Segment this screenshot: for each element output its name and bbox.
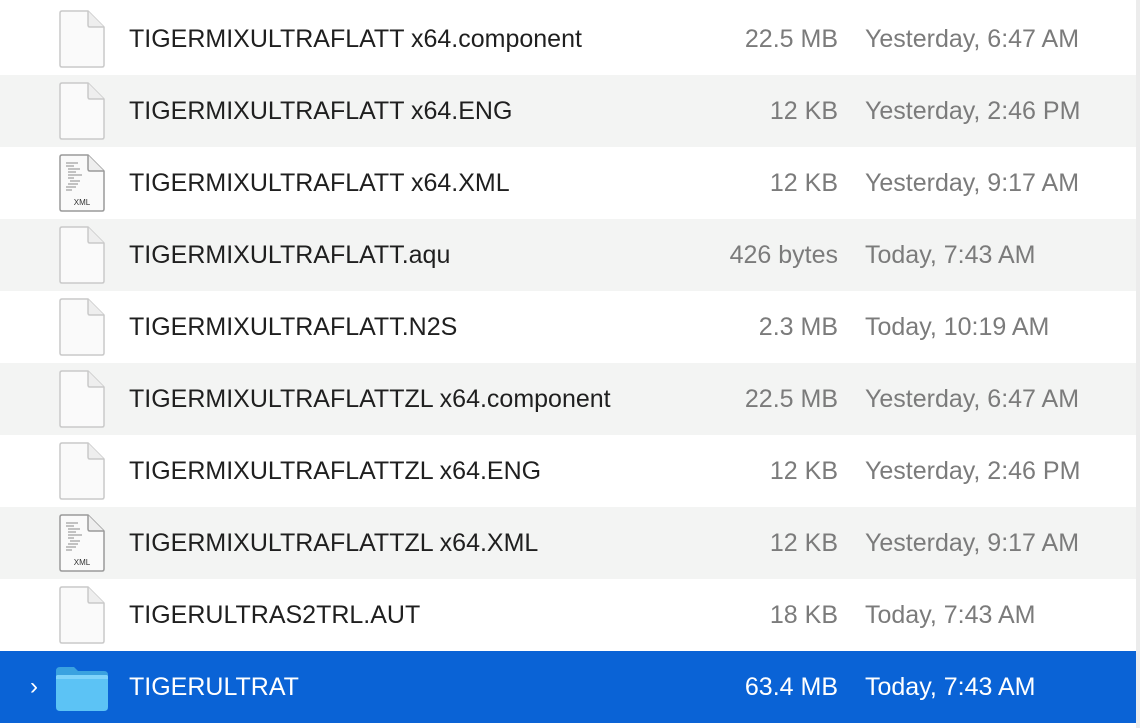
file-name: TIGERMIXULTRAFLATT.aqu xyxy=(129,241,451,269)
file-date: Today, 7:43 AM xyxy=(865,673,1036,701)
file-row-tigerultras2trl-aut[interactable]: TIGERULTRAS2TRL.AUT 18 KB Today, 7:43 AM xyxy=(0,579,1136,651)
document-icon xyxy=(54,585,110,645)
file-size: 426 bytes xyxy=(729,241,838,269)
file-size: 63.4 MB xyxy=(744,673,838,701)
file-size: 18 KB xyxy=(769,601,838,629)
file-row-tigermixultraflatt-n2s[interactable]: TIGERMIXULTRAFLATT.N2S 2.3 MB Today, 10:… xyxy=(0,291,1136,363)
file-name: TIGERMIXULTRAFLATT.N2S xyxy=(129,313,458,341)
file-date: Yesterday, 9:17 AM xyxy=(865,529,1080,557)
xml-label: XML xyxy=(74,558,91,567)
document-icon xyxy=(54,81,110,141)
document-icon xyxy=(54,9,110,69)
file-size: 22.5 MB xyxy=(744,385,838,413)
file-size: 12 KB xyxy=(769,529,838,557)
file-date: Yesterday, 2:46 PM xyxy=(865,97,1081,125)
file-name: TIGERMIXULTRAFLATTZL x64.component xyxy=(129,385,611,413)
file-date: Today, 7:43 AM xyxy=(865,601,1036,629)
scrollbar-track[interactable] xyxy=(1136,0,1140,728)
document-icon xyxy=(54,441,110,501)
file-list: TIGERMIXULTRAFLATT x64.component 22.5 MB… xyxy=(0,3,1136,728)
file-date: Yesterday, 6:47 AM xyxy=(865,25,1080,53)
document-icon xyxy=(54,297,110,357)
folder-icon xyxy=(54,657,110,717)
file-size: 12 KB xyxy=(769,169,838,197)
file-date: Yesterday, 9:17 AM xyxy=(865,169,1080,197)
file-name: TIGERMIXULTRAFLATTZL x64.ENG xyxy=(129,457,542,485)
file-date: Yesterday, 2:46 PM xyxy=(865,457,1081,485)
file-date: Today, 10:19 AM xyxy=(865,313,1050,341)
disclosure-chevron-icon[interactable]: › xyxy=(24,673,44,701)
document-icon xyxy=(54,369,110,429)
file-row-tigermixultraflattzl-x64-xml[interactable]: XML TIGERMIXULTRAFLATTZL x64.XML 12 KB Y… xyxy=(0,507,1136,579)
xml-label: XML xyxy=(74,198,91,207)
file-row-tigermixultraflatt-x64-eng[interactable]: TIGERMIXULTRAFLATT x64.ENG 12 KB Yesterd… xyxy=(0,75,1136,147)
file-name: TIGERULTRAT xyxy=(129,673,299,701)
file-size: 12 KB xyxy=(769,97,838,125)
file-row-tigermixultraflatt-x64-component[interactable]: TIGERMIXULTRAFLATT x64.component 22.5 MB… xyxy=(0,3,1136,75)
file-row-tigermixultraflatt-x64-xml[interactable]: XML TIGERMIXULTRAFLATT x64.XML 12 KB Yes… xyxy=(0,147,1136,219)
file-date: Today, 7:43 AM xyxy=(865,241,1036,269)
file-name: TIGERMIXULTRAFLATT x64.ENG xyxy=(129,97,513,125)
file-row-tigermixultraflatt-aqu[interactable]: TIGERMIXULTRAFLATT.aqu 426 bytes Today, … xyxy=(0,219,1136,291)
file-size: 2.3 MB xyxy=(758,313,838,341)
file-row-tigermixultraflattzl-x64-eng[interactable]: TIGERMIXULTRAFLATTZL x64.ENG 12 KB Yeste… xyxy=(0,435,1136,507)
file-date: Yesterday, 6:47 AM xyxy=(865,385,1080,413)
file-name: TIGERMIXULTRAFLATT x64.component xyxy=(129,25,582,53)
document-icon xyxy=(54,225,110,285)
file-size: 22.5 MB xyxy=(744,25,838,53)
file-name: TIGERMIXULTRAFLATT x64.XML xyxy=(129,169,510,197)
file-size: 12 KB xyxy=(769,457,838,485)
folder-row-tigerultrat[interactable]: › TIGERULTRAT 63.4 MB Today, 7:43 AM xyxy=(0,651,1136,723)
xml-file-icon: XML xyxy=(54,153,110,213)
xml-file-icon: XML xyxy=(54,513,110,573)
file-name: TIGERULTRAS2TRL.AUT xyxy=(129,601,421,629)
file-row-tigermixultraflattzl-x64-component[interactable]: TIGERMIXULTRAFLATTZL x64.component 22.5 … xyxy=(0,363,1136,435)
file-name: TIGERMIXULTRAFLATTZL x64.XML xyxy=(129,529,539,557)
